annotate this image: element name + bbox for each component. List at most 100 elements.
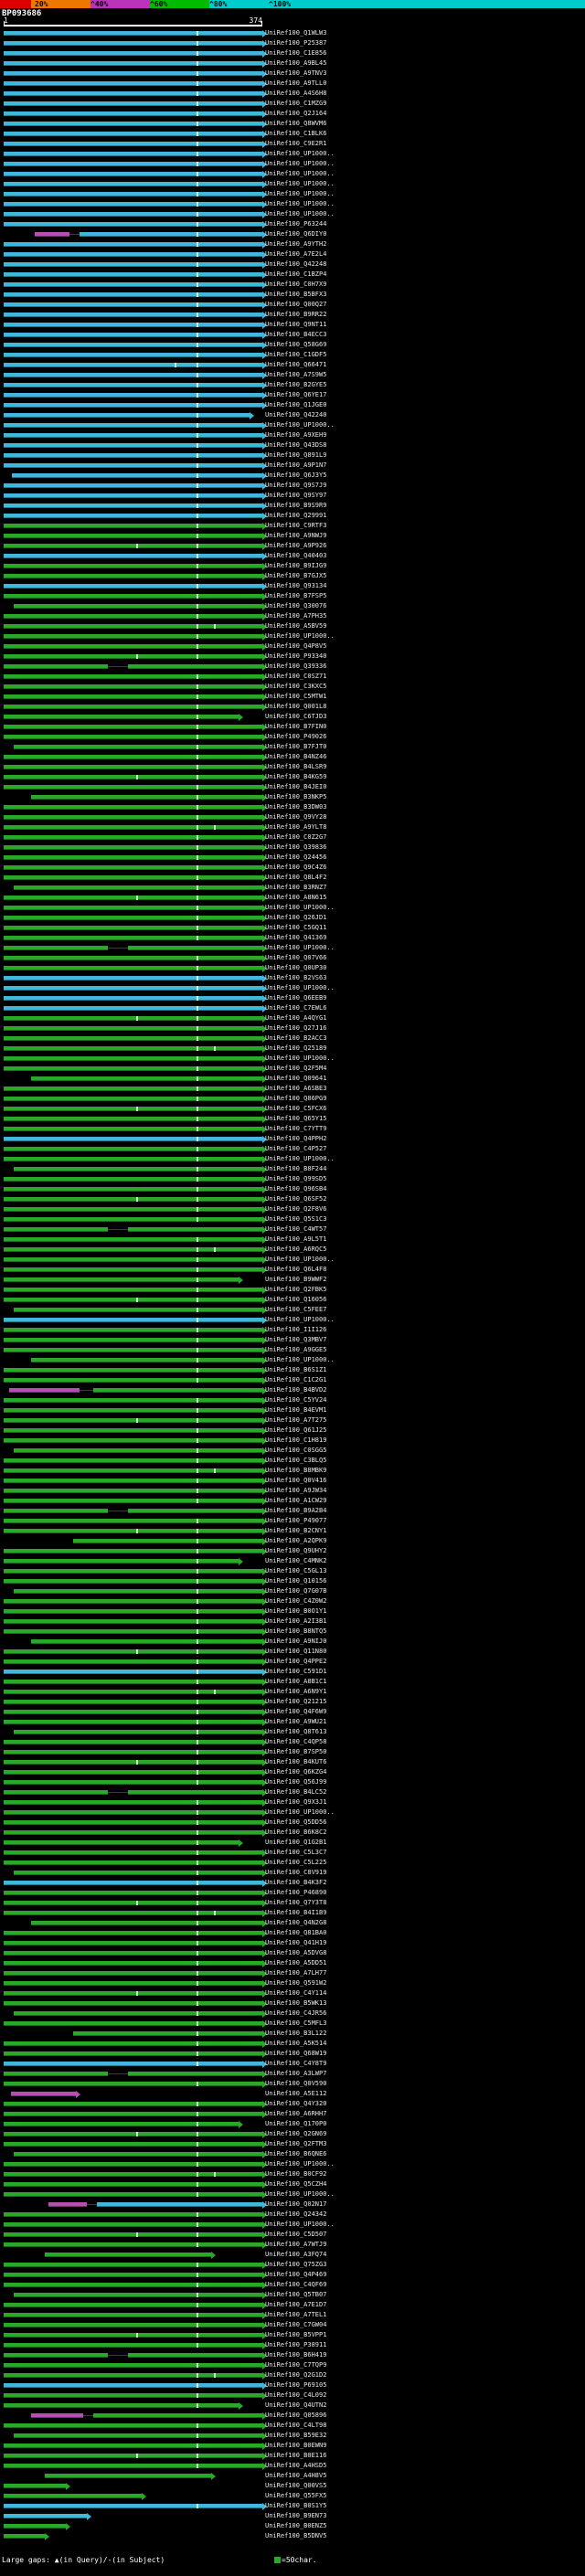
alignment-bar[interactable]: [14, 604, 262, 609]
alignment-bar[interactable]: [4, 634, 262, 639]
hit-label[interactable]: UniRef100_B7FJT0: [265, 743, 326, 751]
hit-label[interactable]: UniRef100_B5DNV5: [265, 2532, 326, 2540]
alignment-bar[interactable]: [4, 1931, 262, 1935]
alignment-bar[interactable]: [128, 2353, 262, 2358]
hit-label[interactable]: UniRef100_Q2GN69: [265, 2130, 326, 2138]
alignment-bar[interactable]: [4, 1348, 262, 1352]
alignment-bar[interactable]: [4, 2273, 262, 2277]
hit-label[interactable]: UniRef100_UP1000..: [265, 944, 335, 952]
hit-label[interactable]: UniRef100_A4H8V5: [265, 2472, 326, 2480]
hit-label[interactable]: UniRef100_B5WK13: [265, 1999, 326, 2008]
hit-label[interactable]: UniRef100_UP1000..: [265, 1356, 335, 1364]
alignment-bar[interactable]: [4, 1609, 262, 1614]
alignment-bar[interactable]: [4, 815, 262, 820]
alignment-bar[interactable]: [4, 1026, 262, 1031]
hit-label[interactable]: UniRef100_B4EVM1: [265, 1406, 326, 1415]
hit-label[interactable]: UniRef100_Q86PG9: [265, 1095, 326, 1103]
alignment-bar[interactable]: [4, 1670, 262, 1674]
alignment-bar[interactable]: [4, 805, 262, 810]
alignment-bar[interactable]: [4, 624, 262, 629]
hit-label[interactable]: UniRef100_C7YTT9: [265, 1125, 326, 1133]
hit-label[interactable]: UniRef100_Q07V66: [265, 954, 326, 962]
alignment-bar[interactable]: [128, 664, 262, 669]
alignment-bar[interactable]: [4, 1458, 262, 1463]
hit-label[interactable]: UniRef100_C0SZ71: [265, 673, 326, 681]
alignment-bar[interactable]: [4, 363, 262, 367]
alignment-bar[interactable]: [4, 986, 262, 991]
alignment-bar[interactable]: [4, 2353, 108, 2358]
hit-label[interactable]: UniRef100_C3BLQ5: [265, 1457, 326, 1465]
hit-label[interactable]: UniRef100_B2VS63: [265, 974, 326, 982]
alignment-bar[interactable]: [4, 51, 262, 56]
hit-label[interactable]: UniRef100_Q00VS5: [265, 2482, 326, 2490]
alignment-bar[interactable]: [4, 574, 262, 578]
hit-label[interactable]: UniRef100_B7GJX5: [265, 572, 326, 580]
alignment-bar[interactable]: [4, 705, 262, 709]
alignment-bar[interactable]: [4, 916, 262, 920]
alignment-bar[interactable]: [4, 2484, 67, 2488]
alignment-bar[interactable]: [4, 996, 262, 1001]
hit-label[interactable]: UniRef100_UP1000..: [265, 190, 335, 198]
hit-label[interactable]: UniRef100_UP1000..: [265, 632, 335, 641]
hit-label[interactable]: UniRef100_UP1000..: [265, 1316, 335, 1324]
alignment-bar[interactable]: [4, 1087, 262, 1091]
hit-label[interactable]: UniRef100_C4QF69: [265, 2281, 326, 2289]
hit-label[interactable]: UniRef100_A5DD51: [265, 1959, 326, 1967]
hit-label[interactable]: UniRef100_Q4P469: [265, 2271, 326, 2279]
alignment-bar[interactable]: [4, 222, 262, 227]
hit-label[interactable]: UniRef100_A5DVG8: [265, 1949, 326, 1957]
alignment-bar[interactable]: [4, 1891, 262, 1895]
alignment-bar[interactable]: [14, 2011, 262, 2016]
alignment-bar[interactable]: [14, 885, 262, 890]
alignment-bar[interactable]: [48, 2202, 87, 2207]
hit-label[interactable]: UniRef100_Q5DD56: [265, 1818, 326, 1827]
alignment-bar[interactable]: [4, 1418, 262, 1423]
alignment-bar[interactable]: [4, 1207, 262, 1212]
hit-label[interactable]: UniRef100_Q00Q27: [265, 301, 326, 309]
hit-label[interactable]: UniRef100_C7EWL6: [265, 1004, 326, 1012]
alignment-bar[interactable]: [14, 2152, 262, 2157]
hit-label[interactable]: UniRef100_B4LSR9: [265, 763, 326, 771]
alignment-bar[interactable]: [4, 1810, 262, 1815]
alignment-bar[interactable]: [4, 504, 262, 508]
hit-label[interactable]: UniRef100_A3LWP7: [265, 2070, 326, 2078]
hit-label[interactable]: UniRef100_B3L122: [265, 2030, 326, 2038]
alignment-bar[interactable]: [4, 272, 262, 277]
alignment-bar[interactable]: [4, 584, 262, 588]
hit-label[interactable]: UniRef100_C1H819: [265, 1436, 326, 1445]
hit-label[interactable]: UniRef100_Q5CZH4: [265, 2180, 326, 2189]
hit-label[interactable]: UniRef100_Q21215: [265, 1698, 326, 1706]
hit-label[interactable]: UniRef100_A7PH35: [265, 612, 326, 620]
alignment-bar[interactable]: [4, 1127, 262, 1131]
alignment-bar[interactable]: [4, 333, 262, 337]
alignment-bar[interactable]: [4, 1499, 262, 1503]
hit-label[interactable]: UniRef100_C9E2R1: [265, 140, 326, 148]
alignment-bar[interactable]: [4, 1046, 262, 1051]
hit-label[interactable]: UniRef100_A7T275: [265, 1416, 326, 1425]
hit-label[interactable]: UniRef100_Q42248: [265, 260, 326, 269]
hit-label[interactable]: UniRef100_B2GYE5: [265, 381, 326, 389]
hit-label[interactable]: UniRef100_A9YTH2: [265, 240, 326, 249]
alignment-bar[interactable]: [31, 1358, 262, 1362]
hit-label[interactable]: UniRef100_Q39836: [265, 843, 326, 852]
hit-label[interactable]: UniRef100_A9P1N7: [265, 461, 326, 470]
alignment-bar[interactable]: [4, 1257, 262, 1262]
alignment-bar[interactable]: [4, 1690, 262, 1694]
alignment-bar[interactable]: [4, 1217, 262, 1222]
hit-label[interactable]: UniRef100_A7E1D7: [265, 2301, 326, 2309]
alignment-bar[interactable]: [4, 2001, 262, 2006]
alignment-bar[interactable]: [4, 262, 262, 267]
hit-label[interactable]: UniRef100_C5L225: [265, 1859, 326, 1867]
alignment-bar[interactable]: [4, 906, 262, 910]
alignment-bar[interactable]: [14, 2433, 262, 2438]
hit-label[interactable]: UniRef100_B0E116: [265, 2452, 326, 2460]
alignment-bar[interactable]: [4, 1599, 262, 1604]
hit-label[interactable]: UniRef100_B9IJG9: [265, 562, 326, 570]
alignment-bar[interactable]: [4, 433, 262, 438]
hit-label[interactable]: UniRef100_C8V919: [265, 1869, 326, 1877]
alignment-bar[interactable]: [4, 172, 262, 176]
hit-label[interactable]: UniRef100_B4NZ46: [265, 753, 326, 761]
hit-label[interactable]: UniRef100_Q30076: [265, 602, 326, 610]
alignment-bar[interactable]: [4, 855, 262, 860]
hit-label[interactable]: UniRef100_B5VPP1: [265, 2331, 326, 2339]
